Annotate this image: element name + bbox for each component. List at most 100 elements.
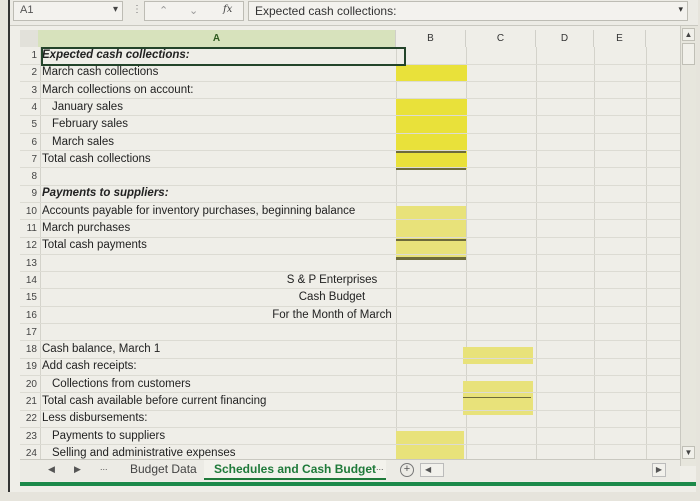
table-row[interactable]: 17 [20,324,684,342]
row-number[interactable]: 1 [20,47,40,64]
cell-a-text[interactable]: March sales [52,134,114,151]
row-number[interactable]: 12 [20,237,40,254]
row-number[interactable]: 19 [20,358,40,375]
row-number[interactable]: 8 [20,168,40,185]
cell-a-text[interactable]: Add cash receipts: [42,358,137,375]
more-sheets-left[interactable]: ... [100,462,108,472]
formula-input[interactable]: Expected cash collections: ▾ [248,1,688,21]
table-row[interactable]: 9 Payments to suppliers: [20,185,684,203]
table-row[interactable]: 2 March cash collections [20,64,684,82]
cell-a-text[interactable]: February sales [52,116,128,133]
cell-a-text[interactable]: March purchases [42,220,130,237]
row-number[interactable]: 6 [20,134,40,151]
status-bar-accent [20,482,696,486]
column-header-b[interactable]: B [396,30,466,47]
scroll-right-icon[interactable]: ▶ [652,463,666,477]
cell-a-text[interactable]: Total cash available before current fina… [42,393,266,410]
table-row[interactable]: 16 For the Month of March [20,307,684,324]
row-number[interactable]: 11 [20,220,40,237]
table-row[interactable]: 13 [20,255,684,273]
scroll-left-icon[interactable]: ◀ [420,463,444,477]
scroll-up-icon[interactable]: ▲ [682,28,695,41]
active-cell-a1[interactable] [41,47,406,66]
select-all-corner[interactable] [20,30,38,47]
vertical-scrollbar[interactable]: ▲ ▼ [680,26,696,466]
table-row[interactable]: 22 Less disbursements: [20,410,684,428]
cell-a-text[interactable]: Collections from customers [52,376,191,393]
table-row[interactable]: 6 March sales [20,134,684,151]
cancel-icon[interactable]: ⌃ [159,4,168,17]
column-header-e[interactable]: E [594,30,646,47]
next-sheet-icon[interactable]: ▶ [74,464,81,475]
row-number[interactable]: 9 [20,185,40,202]
row-number[interactable]: 24 [20,445,40,459]
chevron-down-icon[interactable]: ▾ [113,4,118,15]
table-row[interactable]: 24 Selling and administrative expenses [20,445,684,459]
table-row[interactable]: 21 Total cash available before current fi… [20,393,684,411]
cell-grid[interactable]: 1 Expected cash collections: 2 March cash c… [20,47,684,459]
table-row[interactable]: 5 February sales [20,116,684,134]
row-number[interactable]: 23 [20,428,40,445]
table-row[interactable]: 7 Total cash collections [20,151,684,169]
add-sheet-icon[interactable]: + [400,463,414,477]
row-number[interactable]: 21 [20,393,40,410]
cell-a-text[interactable]: Less disbursements: [42,410,147,427]
table-row[interactable]: 14 S & P Enterprises [20,272,684,290]
table-row[interactable]: 19 Add cash receipts: [20,358,684,376]
cell-a-text[interactable]: Total cash payments [42,237,147,254]
table-row[interactable]: 3 March collections on account: [20,82,684,100]
cell-a-text[interactable]: Total cash collections [42,151,151,168]
row-number[interactable]: 3 [20,82,40,99]
formula-text: Expected cash collections: [255,4,397,18]
table-row[interactable]: 8 [20,168,684,186]
table-row[interactable]: 10 Accounts payable for inventory purchas… [20,203,684,221]
confirm-icon[interactable]: ⌄ [189,4,198,17]
row-number[interactable]: 10 [20,203,40,220]
table-row[interactable]: 15 Cash Budget [20,289,684,307]
row-number[interactable]: 18 [20,341,40,358]
cell-a-text[interactable]: Accounts payable for inventory purchases… [42,203,355,220]
prev-sheet-icon[interactable]: ◀ [48,464,55,475]
table-row[interactable]: 18 Cash balance, March 1 [20,341,684,359]
cell-a-text[interactable]: Payments to suppliers [52,428,165,445]
cell-a-text[interactable]: March collections on account: [42,82,194,99]
expand-icon[interactable]: ▾ [678,4,683,15]
row-number[interactable]: 13 [20,255,40,272]
formula-bar: A1 ▾ ⋮ ⌃ ⌄ fx Expected cash collections:… [10,0,698,26]
fx-icon[interactable]: fx [223,4,232,15]
tab-schedules-and-cash-budget[interactable]: Schedules and Cash Budget [204,460,387,480]
row-number[interactable]: 15 [20,289,40,306]
row-number[interactable]: 14 [20,272,40,289]
row-number[interactable]: 5 [20,116,40,133]
cell-a-text[interactable]: Cash Budget [42,289,622,306]
table-row[interactable]: 12 Total cash payments [20,237,684,255]
row-number[interactable]: 16 [20,307,40,324]
row-number[interactable]: 20 [20,376,40,393]
more-sheets-right[interactable]: ... [376,462,384,472]
row-number[interactable]: 4 [20,99,40,116]
name-box-value: A1 [20,4,34,16]
table-row[interactable]: 4 January sales [20,99,684,117]
row-number[interactable]: 7 [20,151,40,168]
cell-a-text[interactable]: Payments to suppliers: [42,185,169,202]
table-row[interactable]: 20 Collections from customers [20,376,684,394]
row-number[interactable]: 22 [20,410,40,427]
cell-a-text[interactable]: For the Month of March [42,307,622,324]
table-row[interactable]: 11 March purchases [20,220,684,238]
scroll-thumb[interactable] [682,43,695,65]
row-number[interactable]: 17 [20,324,40,341]
cell-a-text[interactable]: January sales [52,99,123,116]
scroll-down-icon[interactable]: ▼ [682,446,695,459]
cell-a-text[interactable]: Selling and administrative expenses [52,445,235,459]
column-header-c[interactable]: C [466,30,536,47]
sheet-tab-bar: ◀ ▶ ... Budget Data Schedules and Cash B… [20,459,680,481]
cell-a-text[interactable]: March cash collections [42,64,158,81]
table-row[interactable]: 23 Payments to suppliers [20,428,684,446]
column-header-d[interactable]: D [536,30,594,47]
cell-a-text[interactable]: Cash balance, March 1 [42,341,160,358]
cell-a-text[interactable]: S & P Enterprises [42,272,622,289]
name-box[interactable]: A1 ▾ [13,1,123,21]
tab-budget-data[interactable]: Budget Data [120,460,207,480]
column-header-a[interactable]: A [38,30,396,47]
row-number[interactable]: 2 [20,64,40,81]
